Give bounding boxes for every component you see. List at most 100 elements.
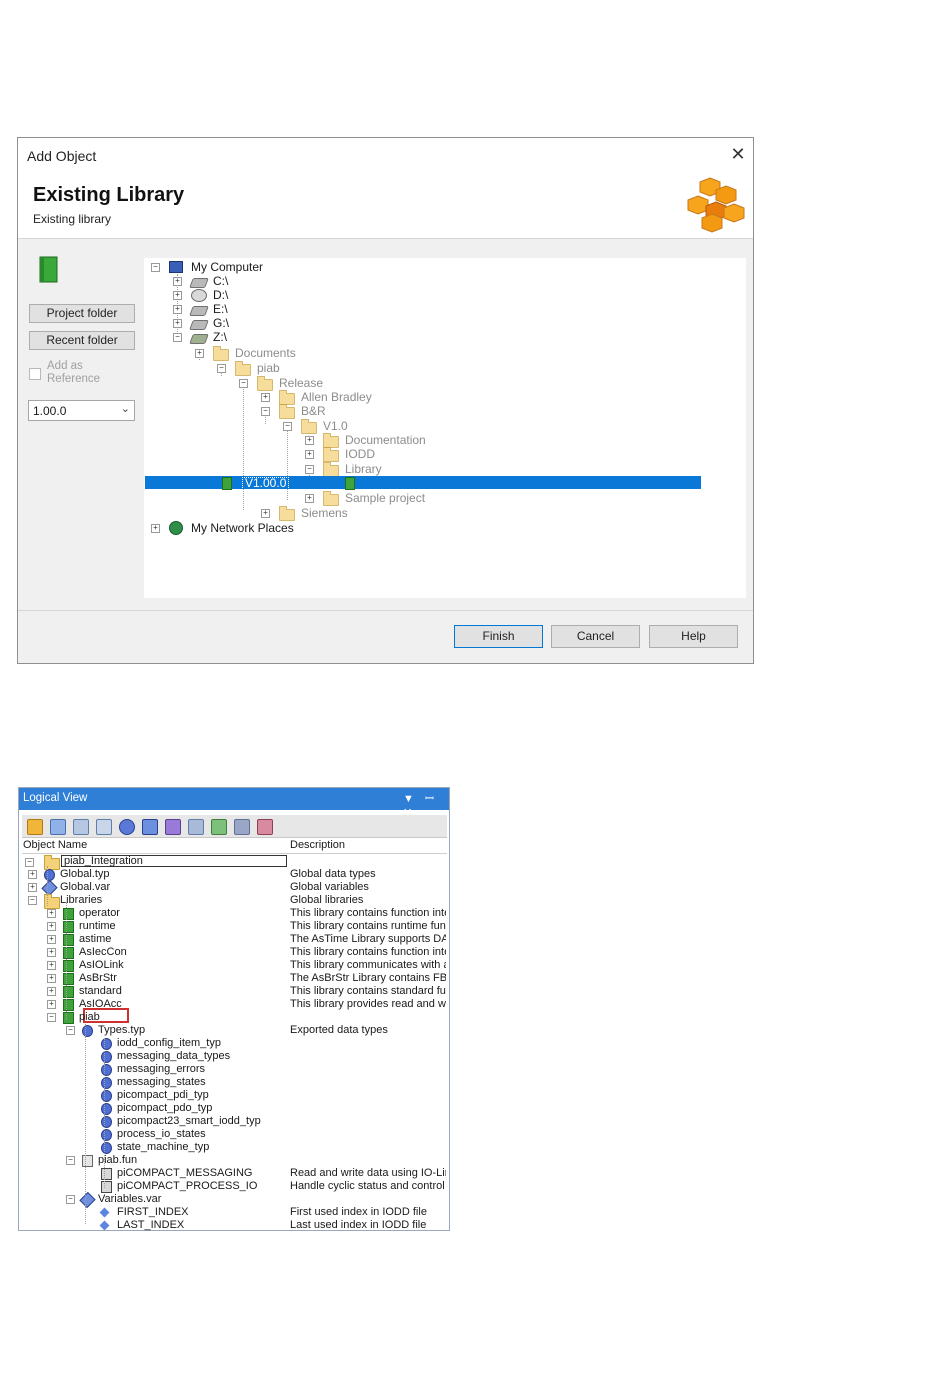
edit-icon[interactable]: [188, 819, 204, 835]
tree-expander-icon[interactable]: +: [47, 961, 56, 970]
tree-row-name[interactable]: AsIecCon: [79, 946, 127, 958]
tree-item-label[interactable]: Sample project: [345, 491, 425, 505]
tree-row-name[interactable]: picompact23_smart_iodd_typ: [117, 1115, 261, 1127]
tree-item-label[interactable]: Release: [279, 376, 323, 390]
tree-expander-icon[interactable]: +: [47, 948, 56, 957]
tree-expander-icon[interactable]: +: [261, 509, 270, 518]
tree-expander-icon[interactable]: +: [173, 305, 182, 314]
tree-item-label[interactable]: IODD: [345, 447, 375, 461]
tree-expander-icon[interactable]: +: [47, 974, 56, 983]
add-as-reference-checkbox[interactable]: [29, 368, 41, 380]
tree-expander-icon[interactable]: −: [283, 422, 292, 431]
tree-expander-icon[interactable]: −: [173, 333, 182, 342]
tree-row-name[interactable]: state_machine_typ: [117, 1141, 209, 1153]
chart-icon[interactable]: [96, 819, 112, 835]
tree-item-label[interactable]: V1.0: [323, 419, 348, 433]
project-folder-button[interactable]: Project folder: [29, 304, 135, 323]
tree-item-label[interactable]: Siemens: [301, 506, 348, 520]
tree-row-name[interactable]: Variables.var: [98, 1193, 161, 1205]
tree-expander-icon[interactable]: −: [151, 263, 160, 272]
tree-expander-icon[interactable]: −: [239, 379, 248, 388]
tree-row-name[interactable]: runtime: [79, 920, 116, 932]
column-header-name[interactable]: Object Name: [23, 839, 87, 851]
tree-item-label[interactable]: My Network Places: [191, 521, 294, 535]
tree-expander-icon[interactable]: −: [66, 1156, 75, 1165]
link-icon[interactable]: [211, 819, 227, 835]
help-button[interactable]: Help: [649, 625, 738, 648]
tree-expander-icon[interactable]: −: [66, 1026, 75, 1035]
tree-expander-icon[interactable]: +: [173, 277, 182, 286]
tree-row-name[interactable]: iodd_config_item_typ: [117, 1037, 221, 1049]
tree-item-label[interactable]: C:\: [213, 274, 228, 288]
tree-item-label[interactable]: D:\: [213, 288, 228, 302]
close-icon[interactable]: ✕: [728, 144, 748, 164]
tree-row-name[interactable]: Global.var: [60, 881, 110, 893]
variable-icon[interactable]: [142, 819, 158, 835]
tree-expander-icon[interactable]: +: [173, 291, 182, 300]
unlink-icon[interactable]: [257, 819, 273, 835]
tree-item-label[interactable]: My Computer: [191, 260, 263, 274]
tree-expander-icon[interactable]: +: [47, 935, 56, 944]
recent-folder-button[interactable]: Recent folder: [29, 331, 135, 350]
tree-row-name[interactable]: piab: [79, 1011, 100, 1023]
tree-expander-icon[interactable]: −: [28, 896, 37, 905]
tree-row-name[interactable]: operator: [79, 907, 120, 919]
tree-expander-icon[interactable]: +: [305, 450, 314, 459]
version-select[interactable]: 1.00.0 ⌄: [28, 400, 135, 421]
tree-row-name[interactable]: piCOMPACT_MESSAGING: [117, 1167, 253, 1179]
tree-row-name[interactable]: LAST_INDEX: [117, 1219, 184, 1231]
tree-expander-icon[interactable]: +: [47, 922, 56, 931]
tree-expander-icon[interactable]: −: [47, 1013, 56, 1022]
tree-expander-icon[interactable]: +: [261, 393, 270, 402]
tree-root-label[interactable]: piab_Integration: [64, 855, 143, 867]
tree-item-label[interactable]: Z:\: [213, 330, 227, 344]
tree-expander-icon[interactable]: −: [66, 1195, 75, 1204]
column-header-description[interactable]: Description: [290, 839, 345, 851]
tree-row-name[interactable]: messaging_errors: [117, 1063, 205, 1075]
tree-expander-icon[interactable]: −: [305, 465, 314, 474]
tree-expander-icon[interactable]: +: [305, 436, 314, 445]
tree-item-label[interactable]: piab: [257, 361, 280, 375]
tree-expander-icon[interactable]: +: [28, 883, 37, 892]
tree-item-label[interactable]: G:\: [213, 316, 229, 330]
tree-expander-icon[interactable]: −: [261, 407, 270, 416]
tree-row-name[interactable]: piCOMPACT_PROCESS_IO: [117, 1180, 257, 1192]
tree-expander-icon[interactable]: +: [47, 987, 56, 996]
new-package-icon[interactable]: [27, 819, 43, 835]
tree-item-label[interactable]: Library: [345, 462, 382, 476]
table-icon[interactable]: [50, 819, 66, 835]
tree-item-label[interactable]: Allen Bradley: [301, 390, 372, 404]
list-icon[interactable]: [73, 819, 89, 835]
tree-expander-icon[interactable]: −: [25, 858, 34, 867]
tree-expander-icon[interactable]: +: [47, 909, 56, 918]
print-icon[interactable]: [234, 819, 250, 835]
selected-tree-item-label[interactable]: V1.00.0: [242, 477, 290, 490]
tree-item-label[interactable]: E:\: [213, 302, 228, 316]
tree-row-name[interactable]: standard: [79, 985, 122, 997]
tree-row-name[interactable]: Types.typ: [98, 1024, 145, 1036]
tree-row-name[interactable]: messaging_data_types: [117, 1050, 230, 1062]
finish-button[interactable]: Finish: [454, 625, 543, 648]
tree-row-name[interactable]: process_io_states: [117, 1128, 206, 1140]
datatype-icon[interactable]: [119, 819, 135, 835]
tree-expander-icon[interactable]: +: [195, 349, 204, 358]
tree-expander-icon[interactable]: +: [173, 319, 182, 328]
tree-item-label[interactable]: Documentation: [345, 433, 426, 447]
tree-row-name[interactable]: picompact_pdo_typ: [117, 1102, 212, 1114]
function-icon[interactable]: [165, 819, 181, 835]
tree-row-name[interactable]: AsIOAcc: [79, 998, 122, 1010]
tree-expander-icon[interactable]: +: [151, 524, 160, 533]
tree-expander-icon[interactable]: −: [217, 364, 226, 373]
tree-row-name[interactable]: Global.typ: [60, 868, 110, 880]
tree-row-name[interactable]: picompact_pdi_typ: [117, 1089, 209, 1101]
tree-row-name[interactable]: FIRST_INDEX: [117, 1206, 189, 1218]
tree-item-label[interactable]: B&R: [301, 404, 326, 418]
tree-expander-icon[interactable]: +: [47, 1000, 56, 1009]
tree-row-name[interactable]: AsBrStr: [79, 972, 117, 984]
tree-expander-icon[interactable]: +: [305, 494, 314, 503]
tree-row-name[interactable]: astime: [79, 933, 111, 945]
tree-row-name[interactable]: AsIOLink: [79, 959, 124, 971]
tree-item-label[interactable]: Documents: [235, 346, 296, 360]
tree-expander-icon[interactable]: +: [28, 870, 37, 879]
tree-row-name[interactable]: messaging_states: [117, 1076, 206, 1088]
